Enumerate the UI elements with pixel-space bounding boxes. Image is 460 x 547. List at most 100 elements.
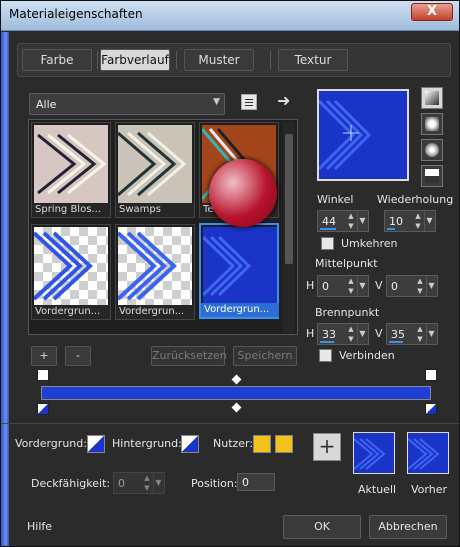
chevron-down-icon[interactable]: ▼ <box>424 211 434 231</box>
cancel-button[interactable]: Abbrechen <box>369 515 447 539</box>
gradient-thumbnail <box>34 227 108 305</box>
tab-bar: Farbe Farbverlauf Muster Textur <box>17 43 451 77</box>
chevron-down-icon: ▼ <box>213 97 220 107</box>
repeat-value: 10 <box>389 215 403 228</box>
bottom-right-color-stop[interactable] <box>425 403 437 415</box>
foreground-swatch[interactable] <box>87 435 105 453</box>
tab-separator <box>97 51 98 69</box>
gallery-item[interactable]: Swamps <box>115 122 195 218</box>
sunburst-style-button[interactable] <box>421 139 443 161</box>
add-color-button[interactable]: + <box>313 433 341 461</box>
spin-arrows-icon[interactable]: ▲ ▼ <box>415 276 425 296</box>
save-button[interactable]: Speichern <box>233 346 297 366</box>
scrollbar-thumb[interactable] <box>285 134 293 264</box>
tab-farbe[interactable]: Farbe <box>22 49 92 71</box>
gradient-preview[interactable] <box>317 89 409 181</box>
spin-arrows-icon[interactable]: ▲ ▼ <box>415 324 425 344</box>
arrow-right-icon[interactable]: ➜ <box>277 91 290 110</box>
invert-label: Umkehren <box>341 237 398 250</box>
tab-muster[interactable]: Muster <box>184 49 254 71</box>
opacity-spinbox[interactable]: 0 ▲ ▼ ▼ <box>113 472 165 494</box>
yin-yang-watermark-logo <box>209 159 277 227</box>
gradient-thumbnail <box>203 227 277 305</box>
gradient-bar[interactable] <box>41 386 431 400</box>
linear-style-button[interactable] <box>421 87 443 109</box>
gallery-scrollbar[interactable] <box>283 122 295 334</box>
spin-arrows-icon[interactable]: ▲ ▼ <box>346 324 356 344</box>
current-label: Aktuell <box>358 483 397 496</box>
user-swatch-2[interactable] <box>275 435 293 453</box>
center-v-spinbox[interactable]: 0 ▲ ▼ ▼ <box>386 275 438 297</box>
focus-h-level-bar <box>320 341 334 343</box>
opacity-value: 0 <box>118 477 125 490</box>
remove-gradient-button[interactable]: - <box>65 346 91 366</box>
background-swatch[interactable] <box>181 435 199 453</box>
add-gradient-button[interactable]: + <box>31 346 57 366</box>
chevron-down-icon[interactable]: ▼ <box>153 473 163 493</box>
divider <box>1 423 459 424</box>
spin-arrows-icon[interactable]: ▲ ▼ <box>142 473 152 493</box>
material-properties-dialog: Materialeigenschaften X Farbe Farbverlau… <box>0 0 460 547</box>
gallery-item-selected[interactable]: Vordergrun... <box>199 223 279 319</box>
angle-level-bar <box>320 228 336 230</box>
tab-textur[interactable]: Textur <box>278 49 348 71</box>
tab-farbverlauf[interactable]: Farbverlauf <box>100 49 170 71</box>
title-bar: Materialeigenschaften X <box>1 1 459 31</box>
bottom-midpoint-diamond[interactable] <box>231 402 242 413</box>
focus-v-value: 35 <box>391 328 405 341</box>
focus-v-label: V <box>375 327 383 340</box>
gallery-item-label: Vordergrun... <box>201 303 279 317</box>
repeat-spinbox[interactable]: 10 ▲ ▼ ▼ <box>384 210 436 232</box>
link-checkbox[interactable] <box>319 349 332 362</box>
angle-label: Winkel <box>317 193 354 206</box>
center-v-label: V <box>375 279 383 292</box>
top-midpoint-diamond[interactable] <box>231 374 242 385</box>
chevron-down-icon[interactable]: ▼ <box>426 324 436 344</box>
position-label: Position: <box>191 477 238 490</box>
focus-h-value: 33 <box>322 328 336 341</box>
top-left-stop-handle[interactable] <box>37 369 49 381</box>
file-manager-icon[interactable] <box>241 94 257 110</box>
center-h-label: H <box>306 279 315 292</box>
previous-swatch[interactable] <box>407 432 449 474</box>
chevron-down-icon[interactable]: ▼ <box>357 276 367 296</box>
gallery-item-label: Vordergrun... <box>32 305 110 319</box>
tab-separator <box>176 51 177 69</box>
previous-chevrons <box>408 438 440 470</box>
gallery-item[interactable]: Vordergrun... <box>115 224 195 320</box>
ok-button[interactable]: OK <box>283 515 361 539</box>
bottom-left-color-stop[interactable] <box>37 403 49 415</box>
chevron-down-icon[interactable]: ▼ <box>357 324 367 344</box>
spin-arrows-icon[interactable]: ▲ ▼ <box>346 276 356 296</box>
chevron-down-icon[interactable]: ▼ <box>426 276 436 296</box>
user-swatch-1[interactable] <box>253 435 271 453</box>
rectangular-style-button[interactable] <box>421 113 443 135</box>
user-label: Nutzer: <box>213 437 254 450</box>
focus-v-level-bar <box>389 341 403 343</box>
category-dropdown[interactable]: Alle ▼ <box>29 93 225 115</box>
spin-arrows-icon[interactable]: ▲ ▼ <box>346 211 356 231</box>
center-h-spinbox[interactable]: 0 ▲ ▼ ▼ <box>317 275 369 297</box>
angle-spinbox[interactable]: 44 ▲ ▼ ▼ <box>317 210 369 232</box>
top-right-stop-handle[interactable] <box>425 369 437 381</box>
gallery-item[interactable]: Vordergrun... <box>31 224 111 320</box>
spin-arrows-icon[interactable]: ▲ ▼ <box>413 211 423 231</box>
invert-checkbox[interactable] <box>321 237 334 250</box>
help-link[interactable]: Hilfe <box>27 520 52 533</box>
reset-button[interactable]: Zurücksetzen <box>151 346 227 366</box>
chevron-pattern <box>118 231 177 301</box>
position-field[interactable]: 0 <box>237 473 275 491</box>
gallery-item[interactable]: Spring Blos... <box>31 122 111 218</box>
focus-v-spinbox[interactable]: 35 ▲ ▼ ▼ <box>386 323 438 345</box>
link-label: Verbinden <box>339 349 395 362</box>
radial-style-button[interactable] <box>421 165 443 187</box>
chevron-down-icon[interactable]: ▼ <box>357 211 367 231</box>
gradient-thumbnail <box>34 125 108 203</box>
focus-h-spinbox[interactable]: 33 ▲ ▼ ▼ <box>317 323 369 345</box>
previous-label: Vorher <box>411 483 447 496</box>
center-label: Mittelpunkt <box>315 257 378 270</box>
focus-h-label: H <box>306 327 315 340</box>
close-button[interactable]: X <box>411 3 453 21</box>
current-swatch[interactable] <box>353 432 395 474</box>
chevron-pattern <box>37 133 107 195</box>
